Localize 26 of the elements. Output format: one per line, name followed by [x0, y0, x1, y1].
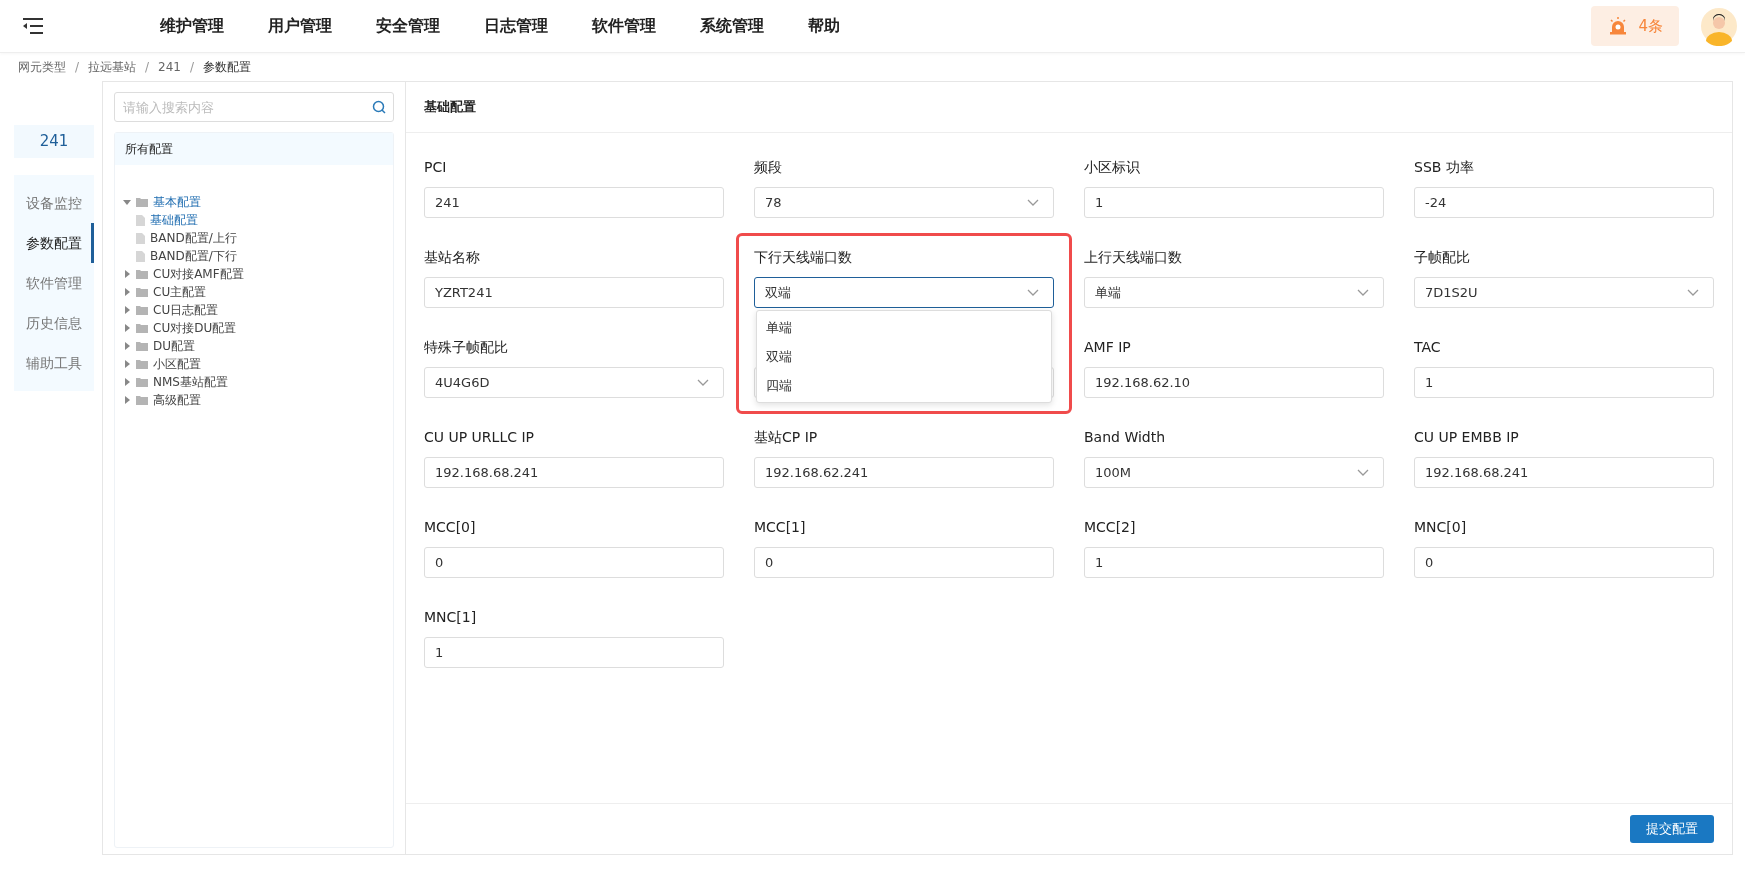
field-label: PCI	[424, 159, 448, 177]
field-label: AMF IP	[1084, 339, 1132, 357]
field-label: 特殊子帧配比	[424, 339, 509, 357]
field-label: MNC[1]	[424, 609, 478, 627]
field-label: SSB 功率	[1414, 159, 1475, 177]
field-label: MNC[0]	[1414, 519, 1468, 537]
field-label: CU UP EMBB IP	[1414, 429, 1520, 447]
field-label: TAC	[1414, 339, 1442, 357]
field-label: 频段	[754, 159, 783, 177]
form-title: 基础配置	[424, 98, 476, 116]
field-label: MCC[1]	[754, 519, 807, 537]
breadcrumb-separator: /	[75, 60, 80, 74]
field-label: 基站名称	[424, 249, 481, 267]
device-label: 241	[14, 125, 94, 158]
field-label: 子帧配比	[1414, 249, 1471, 267]
field-label: 基站CP IP	[754, 429, 819, 447]
breadcrumb-separator: /	[190, 60, 195, 74]
field-label: MCC[2]	[1084, 519, 1137, 537]
field-label: CU UP URLLC IP	[424, 429, 535, 447]
field-label: 小区标识	[1084, 159, 1141, 177]
field-label: Band Width	[1084, 429, 1167, 447]
field-label: 上行天线端口数	[1084, 249, 1183, 267]
tree-title: 所有配置	[115, 133, 393, 165]
breadcrumb-separator: /	[145, 60, 150, 74]
field-label: 下行天线端口数	[754, 249, 853, 267]
field-label: MCC[0]	[424, 519, 477, 537]
